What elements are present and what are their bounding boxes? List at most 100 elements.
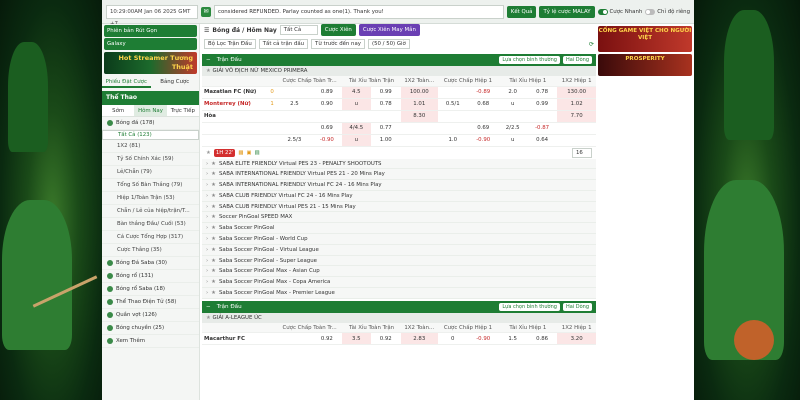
odds-cell[interactable]: 0 [437, 332, 468, 346]
odds-cell[interactable]: 3.5 [342, 332, 371, 346]
league-header[interactable]: ★ GIẢI A-LEAGUE ÚC [202, 312, 596, 323]
star-icon[interactable]: ★ [211, 225, 216, 231]
chevron-right-icon[interactable]: › [206, 247, 208, 253]
more-count-select[interactable]: 16 [572, 147, 592, 158]
message-icon[interactable]: ✉ [201, 6, 211, 17]
sports-header[interactable]: Thể Thao [102, 91, 199, 105]
odds-cell[interactable]: 3.20 [557, 332, 596, 346]
tab-today[interactable]: Hôm Nay [134, 105, 167, 116]
league-header[interactable]: ★ GIẢI VÔ ĐỊCH NỮ MEXICO PRIMERA [202, 66, 596, 76]
odds-cell[interactable]: 0.69 [467, 122, 499, 135]
odds-cell[interactable]: 0.68 [467, 98, 499, 111]
odds-cell[interactable]: 1.5 [498, 332, 527, 346]
sidebar-item[interactable]: Thể Thao Điện Tử (58) [102, 296, 199, 309]
tv-icon[interactable]: ▣ [246, 150, 251, 156]
league-row[interactable]: › ★ Saba Soccer PinGoal [202, 223, 596, 235]
star-icon[interactable]: ★ [211, 182, 216, 188]
league-row[interactable]: › ★ SABA CLUB FRIENDLY Virtual PES 21 - 15… [202, 201, 596, 213]
odds-cell[interactable]: 4/4.5 [342, 122, 371, 135]
collapse-icon[interactable]: − [206, 301, 211, 313]
sidebar-item[interactable]: Bóng rổ Saba (18) [102, 283, 199, 296]
odds-cell[interactable]: u [342, 98, 371, 111]
odds-cell[interactable]: 2.5 [277, 98, 312, 111]
sidebar-item[interactable]: Bàn thắng Đầu/ Cuối (53) [102, 218, 199, 231]
star-icon[interactable]: ★ [211, 204, 216, 210]
chevron-right-icon[interactable]: › [206, 182, 208, 188]
odds-cell[interactable]: 0.99 [370, 86, 401, 99]
refresh-icon[interactable]: ⟳ [589, 41, 594, 48]
odds-cell[interactable]: u [498, 98, 527, 111]
odds-cell[interactable]: 1.0 [437, 134, 468, 147]
sidebar-item[interactable]: Lẻ/Chẵn (79) [102, 166, 199, 179]
selection-mode-chip[interactable]: Lựa chọn bình thường [499, 302, 560, 311]
ad-banner-1[interactable]: CỔNG GAME VIỆT CHO NGƯỜI VIỆT [598, 26, 692, 52]
odds-cell[interactable]: -0.90 [467, 134, 499, 147]
two-line-chip[interactable]: Hai Dòng [562, 56, 592, 64]
results-button[interactable]: Kết Quả [506, 5, 537, 18]
odds-cell[interactable]: 1.00 [370, 134, 401, 147]
chart-icon[interactable]: ▤ [255, 150, 260, 156]
odds-cell[interactable]: 0.89 [311, 86, 343, 99]
stats-icon[interactable]: ▦ [238, 150, 243, 156]
odds-cell[interactable]: 0.99 [526, 98, 558, 111]
sidebar-item[interactable]: Chẵn / Lẻ của hiệp/trận/T... [102, 205, 199, 218]
chevron-right-icon[interactable]: › [206, 225, 208, 231]
odds-cell[interactable]: -0.87 [526, 122, 558, 135]
odds-cell[interactable]: -0.89 [467, 86, 499, 99]
parlay-button[interactable]: Cược Xiên [320, 24, 356, 36]
chevron-right-icon[interactable]: › [206, 236, 208, 242]
quick-bet-toggle[interactable]: Cược Nhanh [597, 8, 642, 15]
odds-cell[interactable]: 100.00 [400, 86, 438, 99]
league-row[interactable]: › ★ Saba Soccer PinGoal - Virtual League [202, 244, 596, 256]
odds-cell[interactable]: 4.5 [342, 86, 371, 99]
odds-cell[interactable]: 0.64 [526, 134, 558, 147]
odds-cell[interactable]: 0.69 [311, 122, 343, 135]
favorite-only-toggle[interactable]: Chỉ độ riêng [645, 8, 690, 15]
odds-cell[interactable]: 0.92 [311, 332, 343, 346]
lucky-parlay-button[interactable]: Cược Xiên May Mắn [358, 24, 420, 36]
sidebar-item[interactable]: Cược Thắng (35) [102, 244, 199, 257]
toggle-switch-off[interactable] [645, 8, 656, 15]
sidebar-item[interactable]: Quần vợt (126) [102, 309, 199, 322]
star-icon[interactable]: ★ [211, 290, 216, 296]
chevron-right-icon[interactable]: › [206, 290, 208, 296]
hours-select[interactable]: (50 / 50) Giờ [367, 39, 410, 49]
chevron-right-icon[interactable]: › [206, 161, 208, 167]
league-row[interactable]: › ★ Soccer PinGoal SPEED MAX [202, 212, 596, 224]
star-icon[interactable]: ★ [211, 268, 216, 274]
sidebar-item[interactable]: Tổng Số Bàn Thắng (79) [102, 179, 199, 192]
odds-cell[interactable]: 0.77 [370, 122, 401, 135]
star-icon[interactable]: ★ [211, 214, 216, 220]
odds-cell[interactable]: u [342, 134, 371, 147]
hot-streamer-banner[interactable]: Hot Streamer Tương Thuật [104, 52, 197, 74]
toggle-switch-on[interactable] [597, 8, 608, 15]
market-select[interactable]: Tất Cả [279, 25, 318, 35]
sidebar-item[interactable]: Bóng đá (178) [102, 117, 199, 130]
odds-cell[interactable]: 0.90 [311, 98, 343, 111]
tab-live[interactable]: Trực Tiếp [167, 105, 199, 116]
league-row[interactable]: › ★ SABA INTERNATIONAL FRIENDLY Virtual FC… [202, 180, 596, 191]
flat-version-button[interactable]: Phiên bản Rút Gọn [104, 25, 197, 37]
odds-cell[interactable]: 2/2.5 [498, 122, 527, 135]
odds-cell[interactable]: 0.86 [526, 332, 558, 346]
sidebar-item[interactable]: Tất Cả (123) [102, 130, 199, 140]
sidebar-item[interactable]: Bóng Đá Saba (30) [102, 257, 199, 270]
menu-icon[interactable]: ☰ [204, 27, 209, 34]
odds-cell[interactable]: -0.90 [467, 332, 499, 346]
sidebar-item[interactable]: Cá Cược Tổng Hợp (317) [102, 231, 199, 244]
odds-cell[interactable]: 2.5/3 [277, 134, 312, 147]
league-row[interactable]: › ★ SABA ELITE FRIENDLY Virtual PES 23 - P… [202, 158, 596, 170]
league-row[interactable]: › ★ Saba Soccer PinGoal Max - Premier Leag… [202, 288, 596, 299]
sidebar-item[interactable]: Bóng chuyền (25) [102, 322, 199, 335]
odds-cell[interactable]: 2.83 [400, 332, 438, 346]
selection-mode-chip[interactable]: Lựa chọn bình thường [499, 56, 560, 64]
league-row[interactable]: › ★ Saba Soccer PinGoal Max - Copa America [202, 277, 596, 289]
league-row[interactable]: › ★ SABA INTERNATIONAL FRIENDLY Virtual PE… [202, 169, 596, 181]
chevron-right-icon[interactable]: › [206, 279, 208, 285]
tab-bet-slip[interactable]: Phiếu Đặt Cược [102, 76, 151, 88]
league-row[interactable]: › ★ Saba Soccer PinGoal Max - Asian Cup [202, 266, 596, 278]
odds-cell[interactable]: 0.92 [370, 332, 401, 346]
sidebar-item[interactable]: Tỷ Số Chính Xác (59) [102, 153, 199, 166]
sidebar-item[interactable]: Hiệp 1/Toàn Trận (53) [102, 192, 199, 205]
sidebar-item[interactable]: Bóng rổ (131) [102, 270, 199, 283]
